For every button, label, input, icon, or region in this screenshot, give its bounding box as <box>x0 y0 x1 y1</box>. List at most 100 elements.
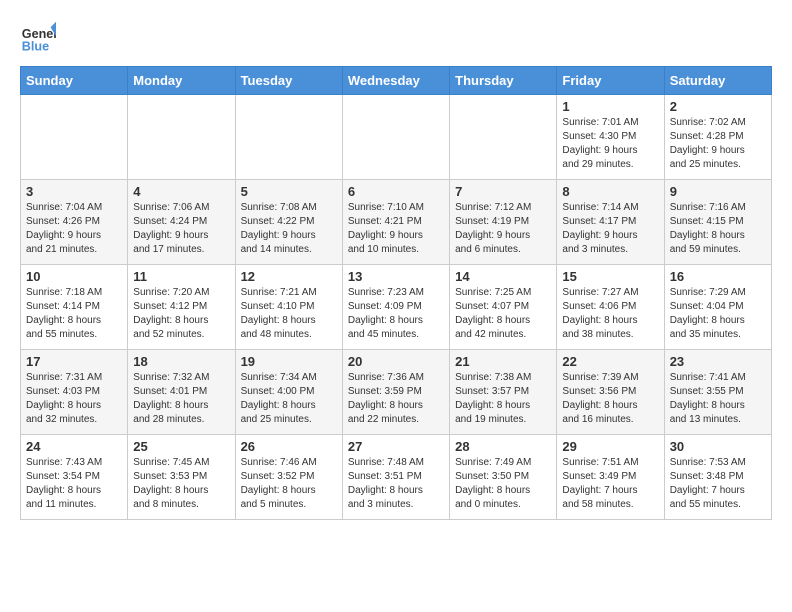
day-number: 10 <box>26 269 122 284</box>
calendar-cell: 20 Sunrise: 7:36 AMSunset: 3:59 PMDayligh… <box>342 350 449 435</box>
day-number: 11 <box>133 269 229 284</box>
day-info: Sunrise: 7:43 AMSunset: 3:54 PMDaylight:… <box>26 456 122 512</box>
calendar-cell: 27 Sunrise: 7:48 AMSunset: 3:51 PMDayligh… <box>342 435 449 520</box>
calendar-cell: 23 Sunrise: 7:41 AMSunset: 3:55 PMDayligh… <box>664 350 771 435</box>
day-number: 4 <box>133 184 229 199</box>
day-info: Sunrise: 7:14 AMSunset: 4:17 PMDaylight:… <box>562 201 658 257</box>
day-number: 18 <box>133 354 229 369</box>
calendar-cell: 19 Sunrise: 7:34 AMSunset: 4:00 PMDayligh… <box>235 350 342 435</box>
day-info: Sunrise: 7:23 AMSunset: 4:09 PMDaylight:… <box>348 286 444 342</box>
day-number: 21 <box>455 354 551 369</box>
day-number: 15 <box>562 269 658 284</box>
header-sunday: Sunday <box>21 67 128 95</box>
day-info: Sunrise: 7:36 AMSunset: 3:59 PMDaylight:… <box>348 371 444 427</box>
day-number: 13 <box>348 269 444 284</box>
day-info: Sunrise: 7:45 AMSunset: 3:53 PMDaylight:… <box>133 456 229 512</box>
day-number: 2 <box>670 99 766 114</box>
day-info: Sunrise: 7:48 AMSunset: 3:51 PMDaylight:… <box>348 456 444 512</box>
day-number: 20 <box>348 354 444 369</box>
day-info: Sunrise: 7:51 AMSunset: 3:49 PMDaylight:… <box>562 456 658 512</box>
calendar-cell: 25 Sunrise: 7:45 AMSunset: 3:53 PMDayligh… <box>128 435 235 520</box>
calendar-cell: 10 Sunrise: 7:18 AMSunset: 4:14 PMDayligh… <box>21 265 128 350</box>
week-row-5: 24 Sunrise: 7:43 AMSunset: 3:54 PMDayligh… <box>21 435 772 520</box>
day-number: 17 <box>26 354 122 369</box>
day-number: 22 <box>562 354 658 369</box>
day-info: Sunrise: 7:02 AMSunset: 4:28 PMDaylight:… <box>670 116 766 172</box>
day-info: Sunrise: 7:06 AMSunset: 4:24 PMDaylight:… <box>133 201 229 257</box>
calendar-cell: 22Sunrise: 7:39 AMSunset: 3:56 PMDayligh… <box>557 350 664 435</box>
day-number: 29 <box>562 439 658 454</box>
day-number: 24 <box>26 439 122 454</box>
day-number: 3 <box>26 184 122 199</box>
page-header: General Blue <box>20 20 772 56</box>
calendar-cell: 9Sunrise: 7:16 AMSunset: 4:15 PMDaylight… <box>664 180 771 265</box>
calendar-cell: 12Sunrise: 7:21 AMSunset: 4:10 PMDayligh… <box>235 265 342 350</box>
header-monday: Monday <box>128 67 235 95</box>
day-info: Sunrise: 7:10 AMSunset: 4:21 PMDaylight:… <box>348 201 444 257</box>
day-info: Sunrise: 7:08 AMSunset: 4:22 PMDaylight:… <box>241 201 337 257</box>
week-row-4: 17 Sunrise: 7:31 AMSunset: 4:03 PMDayligh… <box>21 350 772 435</box>
day-info: Sunrise: 7:29 AMSunset: 4:04 PMDaylight:… <box>670 286 766 342</box>
week-row-2: 3Sunrise: 7:04 AMSunset: 4:26 PMDaylight… <box>21 180 772 265</box>
day-info: Sunrise: 7:18 AMSunset: 4:14 PMDaylight:… <box>26 286 122 342</box>
day-number: 5 <box>241 184 337 199</box>
calendar-cell <box>128 95 235 180</box>
day-info: Sunrise: 7:25 AMSunset: 4:07 PMDaylight:… <box>455 286 551 342</box>
calendar-cell: 5 Sunrise: 7:08 AMSunset: 4:22 PMDaylight… <box>235 180 342 265</box>
calendar-cell: 21 Sunrise: 7:38 AMSunset: 3:57 PMDayligh… <box>450 350 557 435</box>
day-number: 19 <box>241 354 337 369</box>
day-number: 27 <box>348 439 444 454</box>
calendar-cell <box>235 95 342 180</box>
calendar-cell: 18 Sunrise: 7:32 AMSunset: 4:01 PMDayligh… <box>128 350 235 435</box>
day-number: 14 <box>455 269 551 284</box>
day-info: Sunrise: 7:46 AMSunset: 3:52 PMDaylight:… <box>241 456 337 512</box>
calendar-cell: 1Sunrise: 7:01 AMSunset: 4:30 PMDaylight… <box>557 95 664 180</box>
calendar-cell: 3Sunrise: 7:04 AMSunset: 4:26 PMDaylight… <box>21 180 128 265</box>
day-number: 8 <box>562 184 658 199</box>
calendar-cell: 30Sunrise: 7:53 AMSunset: 3:48 PMDayligh… <box>664 435 771 520</box>
calendar-cell: 16 Sunrise: 7:29 AMSunset: 4:04 PMDayligh… <box>664 265 771 350</box>
calendar-cell: 11 Sunrise: 7:20 AMSunset: 4:12 PMDayligh… <box>128 265 235 350</box>
calendar-cell: 6 Sunrise: 7:10 AMSunset: 4:21 PMDaylight… <box>342 180 449 265</box>
svg-text:Blue: Blue <box>22 40 49 54</box>
day-number: 6 <box>348 184 444 199</box>
logo: General Blue <box>20 20 60 56</box>
day-number: 25 <box>133 439 229 454</box>
day-number: 23 <box>670 354 766 369</box>
day-number: 28 <box>455 439 551 454</box>
day-info: Sunrise: 7:20 AMSunset: 4:12 PMDaylight:… <box>133 286 229 342</box>
calendar-cell: 28Sunrise: 7:49 AMSunset: 3:50 PMDayligh… <box>450 435 557 520</box>
day-info: Sunrise: 7:34 AMSunset: 4:00 PMDaylight:… <box>241 371 337 427</box>
day-info: Sunrise: 7:31 AMSunset: 4:03 PMDaylight:… <box>26 371 122 427</box>
day-number: 16 <box>670 269 766 284</box>
day-info: Sunrise: 7:21 AMSunset: 4:10 PMDaylight:… <box>241 286 337 342</box>
header-saturday: Saturday <box>664 67 771 95</box>
day-info: Sunrise: 7:38 AMSunset: 3:57 PMDaylight:… <box>455 371 551 427</box>
calendar-cell: 14 Sunrise: 7:25 AMSunset: 4:07 PMDayligh… <box>450 265 557 350</box>
calendar-cell: 8 Sunrise: 7:14 AMSunset: 4:17 PMDaylight… <box>557 180 664 265</box>
calendar-cell: 29 Sunrise: 7:51 AMSunset: 3:49 PMDayligh… <box>557 435 664 520</box>
header-friday: Friday <box>557 67 664 95</box>
calendar-cell <box>450 95 557 180</box>
day-number: 9 <box>670 184 766 199</box>
calendar-cell: 24 Sunrise: 7:43 AMSunset: 3:54 PMDayligh… <box>21 435 128 520</box>
day-info: Sunrise: 7:32 AMSunset: 4:01 PMDaylight:… <box>133 371 229 427</box>
week-row-3: 10 Sunrise: 7:18 AMSunset: 4:14 PMDayligh… <box>21 265 772 350</box>
header-wednesday: Wednesday <box>342 67 449 95</box>
calendar-cell: 4 Sunrise: 7:06 AMSunset: 4:24 PMDaylight… <box>128 180 235 265</box>
day-info: Sunrise: 7:41 AMSunset: 3:55 PMDaylight:… <box>670 371 766 427</box>
header-tuesday: Tuesday <box>235 67 342 95</box>
logo-icon: General Blue <box>20 20 56 56</box>
day-number: 1 <box>562 99 658 114</box>
calendar-table: Sunday Monday Tuesday Wednesday Thursday… <box>20 66 772 520</box>
calendar-cell <box>21 95 128 180</box>
day-info: Sunrise: 7:53 AMSunset: 3:48 PMDaylight:… <box>670 456 766 512</box>
calendar-cell <box>342 95 449 180</box>
calendar-cell: 17 Sunrise: 7:31 AMSunset: 4:03 PMDayligh… <box>21 350 128 435</box>
calendar-header-row: Sunday Monday Tuesday Wednesday Thursday… <box>21 67 772 95</box>
day-number: 7 <box>455 184 551 199</box>
day-number: 26 <box>241 439 337 454</box>
calendar-cell: 26 Sunrise: 7:46 AMSunset: 3:52 PMDayligh… <box>235 435 342 520</box>
calendar-cell: 15Sunrise: 7:27 AMSunset: 4:06 PMDayligh… <box>557 265 664 350</box>
calendar-cell: 2 Sunrise: 7:02 AMSunset: 4:28 PMDaylight… <box>664 95 771 180</box>
